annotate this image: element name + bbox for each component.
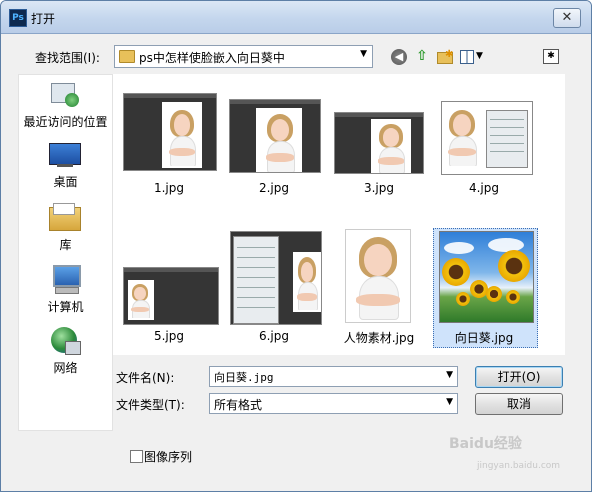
- view-menu-icon[interactable]: ▼: [459, 47, 489, 65]
- up-folder-icon[interactable]: ⇧: [413, 47, 431, 65]
- place-libraries[interactable]: 库: [19, 203, 112, 253]
- place-label: 最近访问的位置: [23, 115, 108, 129]
- title-bar: Ps 打开 ✕: [1, 1, 591, 34]
- file-name[interactable]: 4.jpg: [429, 181, 539, 195]
- look-in-value: ps中怎样使脸嵌入向日葵中: [139, 51, 285, 65]
- chevron-down-icon: ▼: [360, 49, 367, 59]
- place-recent[interactable]: 最近访问的位置: [19, 77, 112, 137]
- filename-input[interactable]: 向日葵.jpg ▼: [209, 366, 458, 387]
- watermark-url: jingyan.baidu.com: [477, 461, 561, 471]
- watermark-logo: Baidu经验: [449, 436, 522, 452]
- file-name[interactable]: 2.jpg: [219, 181, 329, 195]
- file-name[interactable]: 3.jpg: [324, 181, 434, 195]
- file-name[interactable]: 6.jpg: [219, 329, 329, 343]
- chevron-down-icon: ▼: [446, 397, 453, 407]
- place-label: 网络: [53, 361, 78, 375]
- place-label: 库: [59, 238, 72, 252]
- file-thumbnail[interactable]: [123, 267, 219, 325]
- file-thumbnail[interactable]: [439, 231, 534, 323]
- close-icon: ✕: [561, 10, 573, 25]
- file-thumbnail[interactable]: [230, 231, 322, 325]
- libraries-icon: [49, 203, 81, 231]
- window-title: 打开: [31, 12, 56, 26]
- cancel-button[interactable]: 取消: [475, 393, 563, 415]
- place-desktop[interactable]: 桌面: [19, 141, 112, 189]
- file-thumbnail[interactable]: [441, 101, 533, 175]
- open-button[interactable]: 打开(O): [475, 366, 563, 388]
- new-folder-icon[interactable]: ✱: [436, 47, 454, 65]
- desktop-icon: [49, 143, 81, 169]
- place-computer[interactable]: 计算机: [19, 263, 112, 315]
- chevron-down-icon[interactable]: ▼: [446, 370, 453, 380]
- places-bar: 最近访问的位置 桌面 库 计算机 网络: [18, 74, 113, 431]
- filename-label: 文件名(N):: [116, 371, 175, 385]
- look-in-dropdown[interactable]: ps中怎样使脸嵌入向日葵中 ▼: [114, 45, 373, 68]
- file-thumbnail[interactable]: [229, 99, 321, 173]
- file-thumbnail[interactable]: [345, 229, 411, 323]
- close-button[interactable]: ✕: [553, 8, 581, 28]
- place-network[interactable]: 网络: [19, 325, 112, 377]
- folder-icon: [119, 50, 135, 63]
- back-icon[interactable]: ◀: [391, 49, 407, 65]
- file-name[interactable]: 5.jpg: [114, 329, 224, 343]
- image-sequence-checkbox[interactable]: [130, 450, 143, 463]
- filename-value: 向日葵.jpg: [214, 371, 274, 384]
- file-thumbnail[interactable]: [123, 93, 217, 171]
- network-icon: [51, 327, 81, 357]
- filetype-select[interactable]: 所有格式 ▼: [209, 393, 458, 414]
- image-sequence-label: 图像序列: [144, 450, 193, 464]
- file-thumbnail[interactable]: [334, 112, 424, 174]
- recent-places-icon: [49, 81, 81, 109]
- favorite-icon[interactable]: ✱: [543, 49, 559, 64]
- file-name[interactable]: 向日葵.jpg: [429, 329, 539, 346]
- filetype-label: 文件类型(T):: [116, 398, 185, 412]
- file-name[interactable]: 1.jpg: [114, 181, 224, 195]
- photoshop-icon: Ps: [9, 9, 27, 27]
- filetype-value: 所有格式: [214, 398, 263, 412]
- file-name[interactable]: 人物素材.jpg: [324, 329, 434, 346]
- place-label: 计算机: [47, 300, 84, 314]
- place-label: 桌面: [53, 175, 78, 189]
- computer-icon: [49, 265, 81, 295]
- look-in-label: 查找范围(I):: [35, 51, 100, 65]
- open-dialog: Ps 打开 ✕ 查找范围(I): ps中怎样使脸嵌入向日葵中 ▼ ◀ ⇧ ✱ ▼…: [0, 0, 592, 492]
